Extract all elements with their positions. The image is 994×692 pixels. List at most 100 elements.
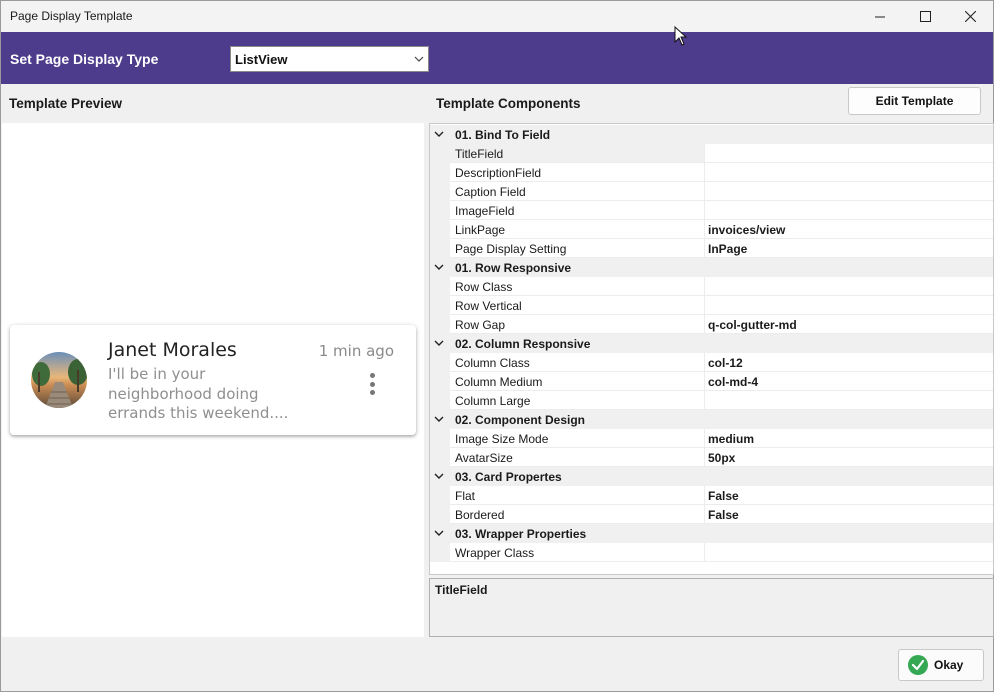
grid-property-value[interactable]: False xyxy=(708,489,739,503)
grid-property-value[interactable]: col-md-4 xyxy=(708,375,758,389)
minimize-icon xyxy=(875,16,885,17)
preview-list-card[interactable]: Janet Morales 1 min ago I'll be in your … xyxy=(10,325,416,435)
template-preview-panel: Janet Morales 1 min ago I'll be in your … xyxy=(2,123,424,637)
chevron-down-icon[interactable] xyxy=(434,528,444,538)
grid-category-label: 03. Wrapper Properties xyxy=(455,527,587,541)
okay-button-label: Okay xyxy=(934,658,964,672)
grid-column-divider xyxy=(704,220,705,238)
grid-category-row[interactable]: 01. Row Responsive xyxy=(430,258,993,277)
grid-row-gutter xyxy=(430,220,450,239)
grid-property-row[interactable]: Row Gap q-col-gutter-md xyxy=(430,315,993,334)
grid-row-gutter xyxy=(430,201,450,220)
maximize-icon xyxy=(919,11,931,22)
window-title: Page Display Template xyxy=(10,9,133,23)
okay-button[interactable]: Okay xyxy=(898,649,984,681)
more-vertical-icon[interactable] xyxy=(367,373,377,399)
grid-property-row[interactable]: Image Size Mode medium xyxy=(430,429,993,448)
grid-row-gutter xyxy=(430,543,450,562)
grid-category-label: 01. Row Responsive xyxy=(455,261,572,275)
chevron-down-icon[interactable] xyxy=(434,262,444,272)
grid-row-gutter xyxy=(430,486,450,505)
grid-row-gutter xyxy=(430,239,450,258)
grid-category-label: 02. Component Design xyxy=(455,413,586,427)
grid-property-name: Row Gap xyxy=(455,318,506,332)
grid-property-value[interactable]: medium xyxy=(708,432,754,446)
grid-property-value[interactable]: col-12 xyxy=(708,356,743,370)
grid-property-row[interactable]: AvatarSize 50px xyxy=(430,448,993,467)
grid-column-divider xyxy=(704,543,705,561)
page-display-template-window: Page Display Template Set Page Display T… xyxy=(0,0,994,692)
grid-category-row[interactable]: 02. Column Responsive xyxy=(430,334,993,353)
grid-property-row[interactable]: LinkPage invoices/view xyxy=(430,220,993,239)
grid-property-name: Row Vertical xyxy=(455,299,522,313)
grid-property-name: Bordered xyxy=(455,508,505,522)
grid-property-row[interactable]: Wrapper Class xyxy=(430,543,993,562)
grid-property-row[interactable]: Flat False xyxy=(430,486,993,505)
grid-row-gutter xyxy=(430,296,450,315)
grid-column-divider xyxy=(704,505,705,523)
grid-property-name: Image Size Mode xyxy=(455,432,549,446)
grid-property-row[interactable]: DescriptionField xyxy=(430,163,993,182)
grid-column-divider xyxy=(704,448,705,466)
grid-category-label: 01. Bind To Field xyxy=(455,128,551,142)
grid-column-divider xyxy=(704,296,705,314)
grid-property-name: Column Large xyxy=(455,394,531,408)
grid-property-row[interactable]: Page Display Setting InPage xyxy=(430,239,993,258)
grid-column-divider xyxy=(704,144,705,162)
grid-category-row[interactable]: 01. Bind To Field xyxy=(430,125,993,144)
grid-category-row[interactable]: 03. Card Propertes xyxy=(430,467,993,486)
grid-row-gutter xyxy=(430,448,450,467)
chevron-down-icon[interactable] xyxy=(434,338,444,348)
grid-category-label: 02. Column Responsive xyxy=(455,337,591,351)
grid-property-row[interactable]: Row Class xyxy=(430,277,993,296)
grid-category-row[interactable]: 03. Wrapper Properties xyxy=(430,524,993,543)
grid-property-row[interactable]: Column Large xyxy=(430,391,993,410)
card-caption: 1 min ago xyxy=(318,342,394,360)
grid-row-gutter xyxy=(430,144,450,163)
grid-property-row[interactable]: ImageField xyxy=(430,201,993,220)
grid-property-name: AvatarSize xyxy=(455,451,513,465)
grid-row-gutter xyxy=(430,391,450,410)
grid-property-value[interactable]: invoices/view xyxy=(708,223,785,237)
grid-property-value[interactable]: False xyxy=(708,508,739,522)
card-description: I'll be in your neighborhood doing erran… xyxy=(108,365,289,422)
grid-property-name: Caption Field xyxy=(455,185,526,199)
close-button[interactable] xyxy=(947,1,993,32)
minimize-button[interactable] xyxy=(857,1,903,32)
grid-column-divider xyxy=(704,277,705,295)
grid-property-row[interactable]: TitleField xyxy=(430,144,993,163)
display-type-header: Set Page Display Type ListView xyxy=(1,32,993,84)
grid-column-divider xyxy=(704,163,705,181)
property-description-title: TitleField xyxy=(435,583,488,597)
grid-row-gutter xyxy=(430,505,450,524)
chevron-down-icon[interactable] xyxy=(434,414,444,424)
mouse-cursor-icon xyxy=(674,26,688,46)
display-type-select[interactable]: ListView xyxy=(230,46,429,72)
grid-property-row[interactable]: Bordered False xyxy=(430,505,993,524)
grid-property-value[interactable]: 50px xyxy=(708,451,735,465)
grid-row-gutter xyxy=(430,182,450,201)
grid-property-row[interactable]: Caption Field xyxy=(430,182,993,201)
grid-column-divider xyxy=(704,315,705,333)
card-title: Janet Morales xyxy=(108,339,237,361)
template-components-heading: Template Components xyxy=(436,96,581,111)
grid-property-name: Flat xyxy=(455,489,476,503)
grid-row-gutter xyxy=(430,372,450,391)
grid-category-row[interactable]: 02. Component Design xyxy=(430,410,993,429)
grid-property-value[interactable]: InPage xyxy=(708,242,747,256)
grid-property-name: LinkPage xyxy=(455,223,506,237)
grid-column-divider xyxy=(704,486,705,504)
grid-property-value[interactable]: q-col-gutter-md xyxy=(708,318,797,332)
grid-property-row[interactable]: Column Class col-12 xyxy=(430,353,993,372)
maximize-button[interactable] xyxy=(902,1,948,32)
template-preview-heading: Template Preview xyxy=(9,96,123,111)
grid-row-gutter xyxy=(430,429,450,448)
chevron-down-icon[interactable] xyxy=(434,471,444,481)
grid-property-name: Wrapper Class xyxy=(455,546,535,560)
chevron-down-icon[interactable] xyxy=(434,129,444,139)
grid-property-row[interactable]: Column Medium col-md-4 xyxy=(430,372,993,391)
edit-template-button[interactable]: Edit Template xyxy=(848,87,981,115)
grid-property-row[interactable]: Row Vertical xyxy=(430,296,993,315)
display-type-label: Set Page Display Type xyxy=(10,51,159,67)
template-components-grid: 01. Bind To Field TitleField DescriptionFi… xyxy=(429,123,994,575)
